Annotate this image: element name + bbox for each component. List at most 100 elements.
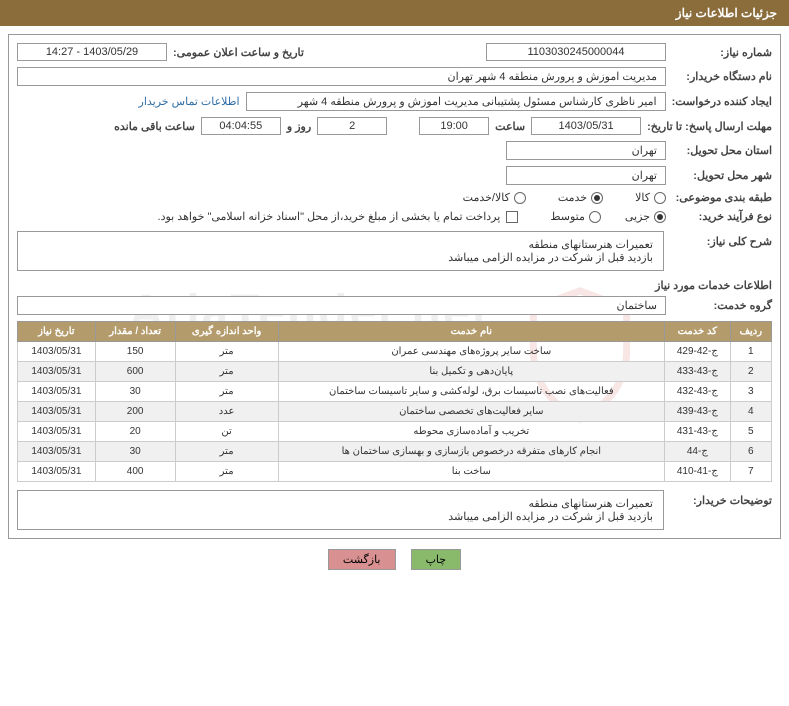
table-row: 7ج-41-410ساخت بنامتر4001403/05/31 xyxy=(18,462,772,482)
print-button[interactable]: چاپ xyxy=(411,549,462,570)
header-title: جزئیات اطلاعات نیاز xyxy=(676,6,777,20)
radio-circle-checked-icon xyxy=(654,211,666,223)
subject-class-radios: کالا خدمت کالا/خدمت xyxy=(463,191,666,204)
table-cell: 400 xyxy=(95,462,175,482)
payment-note: پرداخت تمام یا بخشی از مبلغ خرید،از محل … xyxy=(158,210,501,223)
radio-circle-checked-icon xyxy=(591,192,603,204)
radio-service[interactable]: خدمت xyxy=(558,191,603,204)
treasury-checkbox[interactable] xyxy=(506,211,518,223)
table-cell: 7 xyxy=(730,462,771,482)
th-name: نام خدمت xyxy=(278,322,664,342)
table-cell: 5 xyxy=(730,422,771,442)
table-cell: 1403/05/31 xyxy=(18,442,96,462)
row-buyer-notes: توضیحات خریدار: تعمیرات هنرستانهای منطقه… xyxy=(17,490,772,530)
field-deadline-time: 19:00 xyxy=(419,117,489,135)
table-cell: ج-42-429 xyxy=(664,342,730,362)
row-need-no: شماره نیاز: 1103030245000044 تاریخ و ساع… xyxy=(17,43,772,61)
purchase-type-radios: جزیی متوسط xyxy=(550,210,666,223)
table-cell: 1403/05/31 xyxy=(18,342,96,362)
label-city: شهر محل تحویل: xyxy=(672,169,772,182)
label-requester: ایجاد کننده درخواست: xyxy=(672,95,772,108)
table-cell: ج-43-432 xyxy=(664,382,730,402)
radio-medium[interactable]: متوسط xyxy=(550,210,601,223)
table-row: 4ج-43-439سایر فعالیت‌های تخصصی ساختمانعد… xyxy=(18,402,772,422)
field-buyer-org: مدیریت اموزش و پرورش منطقه 4 شهر تهران xyxy=(17,67,666,86)
row-subject-class: طبقه بندی موضوعی: کالا خدمت کالا/خدمت xyxy=(17,191,772,204)
table-cell: پایان‌دهی و تکمیل بنا xyxy=(278,362,664,382)
summary-box: تعمیرات هنرستانهای منطقه بازدید قبل از ش… xyxy=(17,231,664,271)
label-remaining: ساعت باقی مانده xyxy=(114,120,195,133)
label-buyer-org: نام دستگاه خریدار: xyxy=(672,70,772,83)
row-deadline: مهلت ارسال پاسخ: تا تاریخ: 1403/05/31 سا… xyxy=(17,117,772,135)
main-panel: AriaTender.net شماره نیاز: 1103030245000… xyxy=(8,34,781,539)
buyer-contact-link[interactable]: اطلاعات تماس خریدار xyxy=(139,95,240,108)
radio-circle-icon xyxy=(514,192,526,204)
summary-line2: بازدید قبل از شرکت در مزایده الزامی میبا… xyxy=(28,251,653,264)
table-cell: متر xyxy=(175,462,278,482)
th-unit: واحد اندازه گیری xyxy=(175,322,278,342)
summary-line1: تعمیرات هنرستانهای منطقه xyxy=(28,238,653,251)
table-cell: 3 xyxy=(730,382,771,402)
table-cell: 2 xyxy=(730,362,771,382)
radio-circle-icon xyxy=(654,192,666,204)
field-province: تهران xyxy=(506,141,666,160)
table-cell: ج-43-431 xyxy=(664,422,730,442)
table-cell: ساخت بنا xyxy=(278,462,664,482)
table-cell: تن xyxy=(175,422,278,442)
field-remaining-time: 04:04:55 xyxy=(201,117,281,135)
field-requester: امیر ناظری کارشناس مسئول پشتیبانی مدیریت… xyxy=(246,92,666,111)
label-announce-date: تاریخ و ساعت اعلان عمومی: xyxy=(173,46,304,59)
label-days-and: روز و xyxy=(287,120,311,133)
label-need-no: شماره نیاز: xyxy=(672,46,772,59)
label-summary: شرح کلی نیاز: xyxy=(672,231,772,248)
field-announce-date: 1403/05/29 - 14:27 xyxy=(17,43,167,61)
label-service-group: گروه خدمت: xyxy=(672,299,772,312)
row-requester: ایجاد کننده درخواست: امیر ناظری کارشناس … xyxy=(17,92,772,111)
radio-goods-label: کالا xyxy=(635,191,650,204)
table-cell: ج-41-410 xyxy=(664,462,730,482)
table-cell: 200 xyxy=(95,402,175,422)
label-purchase-type: نوع فرآیند خرید: xyxy=(672,210,772,223)
th-date: تاریخ نیاز xyxy=(18,322,96,342)
table-cell: 1403/05/31 xyxy=(18,422,96,442)
notes-line2: بازدید قبل از شرکت در مزایده الزامی میبا… xyxy=(28,510,653,523)
field-city: تهران xyxy=(506,166,666,185)
table-cell: 4 xyxy=(730,402,771,422)
table-cell: متر xyxy=(175,442,278,462)
label-time: ساعت xyxy=(495,120,525,133)
table-cell: 30 xyxy=(95,382,175,402)
notes-line1: تعمیرات هنرستانهای منطقه xyxy=(28,497,653,510)
table-row: 5ج-43-431تخریب و آماده‌سازی محوطهتن20140… xyxy=(18,422,772,442)
radio-partial-label: جزیی xyxy=(625,210,650,223)
label-buyer-notes: توضیحات خریدار: xyxy=(672,490,772,507)
table-cell: ج-43-433 xyxy=(664,362,730,382)
label-deadline: مهلت ارسال پاسخ: تا تاریخ: xyxy=(647,120,772,133)
radio-medium-label: متوسط xyxy=(550,210,585,223)
row-purchase-type: نوع فرآیند خرید: جزیی متوسط پرداخت تمام … xyxy=(17,210,772,223)
th-n: ردیف xyxy=(730,322,771,342)
table-cell: ج-43-439 xyxy=(664,402,730,422)
table-cell: ج-44 xyxy=(664,442,730,462)
table-cell: 1 xyxy=(730,342,771,362)
button-row: چاپ بازگشت xyxy=(0,549,789,570)
table-cell: 20 xyxy=(95,422,175,442)
radio-goods[interactable]: کالا xyxy=(635,191,666,204)
table-cell: متر xyxy=(175,342,278,362)
row-city: شهر محل تحویل: تهران xyxy=(17,166,772,185)
table-cell: 30 xyxy=(95,442,175,462)
field-service-group: ساختمان xyxy=(17,296,666,315)
radio-circle-icon xyxy=(589,211,601,223)
row-service-group: گروه خدمت: ساختمان xyxy=(17,296,772,315)
label-subject-class: طبقه بندی موضوعی: xyxy=(672,191,772,204)
table-cell: عدد xyxy=(175,402,278,422)
back-button[interactable]: بازگشت xyxy=(328,549,396,570)
radio-partial[interactable]: جزیی xyxy=(625,210,666,223)
table-cell: 6 xyxy=(730,442,771,462)
radio-goods-service[interactable]: کالا/خدمت xyxy=(463,191,526,204)
th-code: کد خدمت xyxy=(664,322,730,342)
buyer-notes-box: تعمیرات هنرستانهای منطقه بازدید قبل از ش… xyxy=(17,490,664,530)
table-cell: سایر فعالیت‌های تخصصی ساختمان xyxy=(278,402,664,422)
row-province: استان محل تحویل: تهران xyxy=(17,141,772,160)
field-deadline-date: 1403/05/31 xyxy=(531,117,641,135)
page-header: جزئیات اطلاعات نیاز xyxy=(0,0,789,26)
